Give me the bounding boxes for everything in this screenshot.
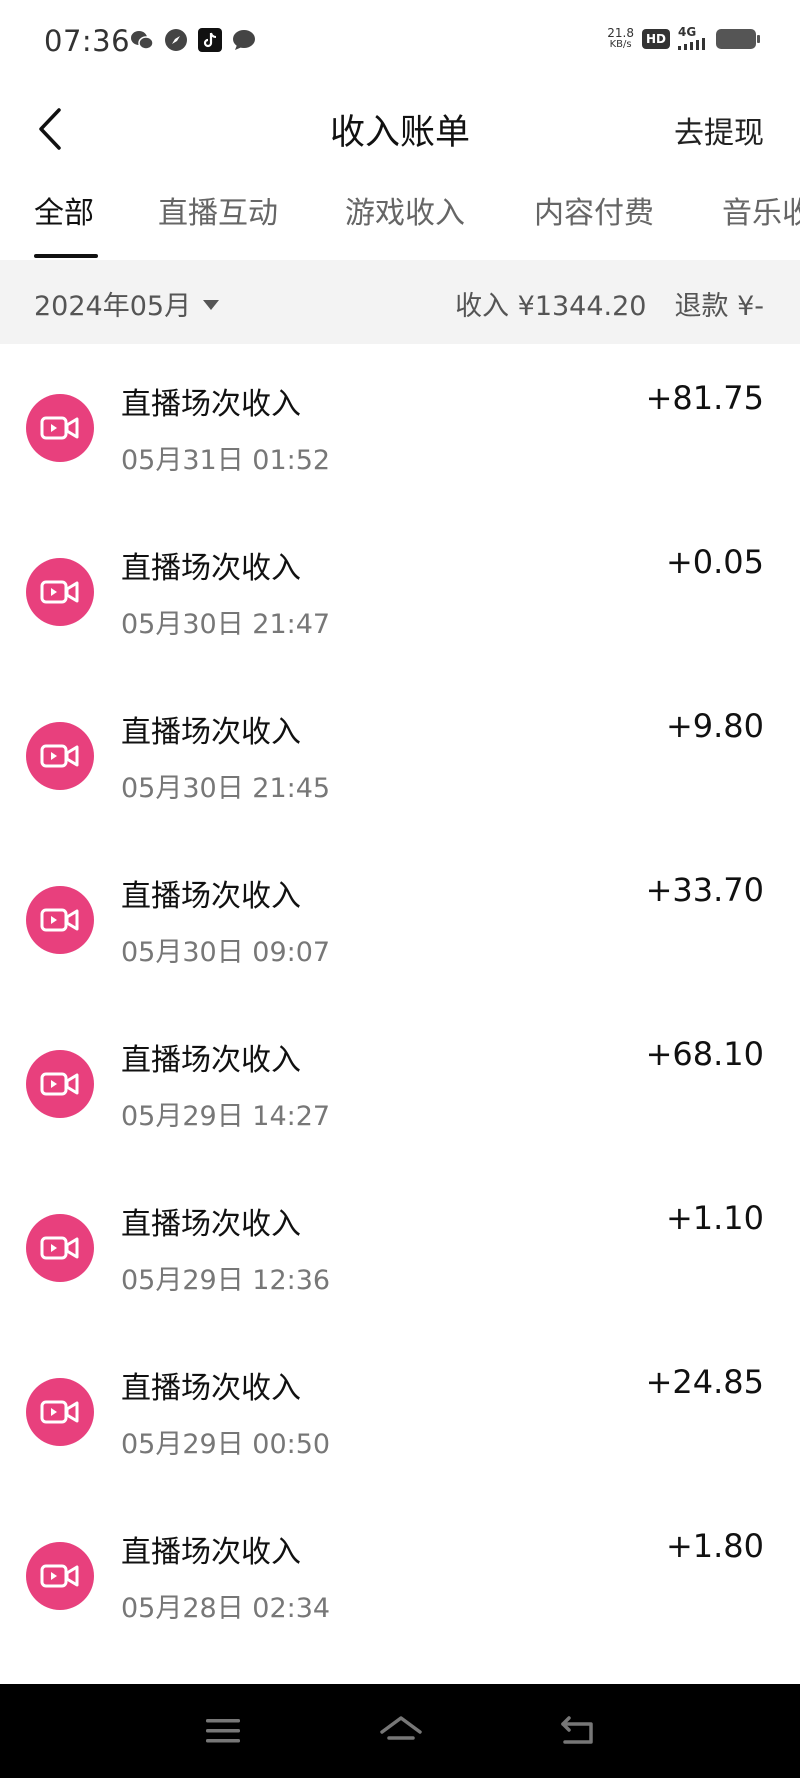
tab-music-income[interactable]: 音乐收 — [722, 188, 800, 232]
live-video-icon — [26, 722, 94, 790]
record-title: 直播场次收入 — [121, 1371, 301, 1406]
signal-bars-icon — [678, 38, 705, 50]
month-label: 2024年05月 — [34, 291, 192, 322]
record-title: 直播场次收入 — [121, 387, 301, 422]
list-item[interactable]: 直播场次收入 05月30日 21:45 +9.80 — [0, 672, 800, 836]
back-nav-button[interactable] — [554, 1706, 604, 1756]
list-item[interactable]: 直播场次收入 05月29日 14:27 +68.10 — [0, 1000, 800, 1164]
caret-down-icon — [203, 299, 220, 310]
record-time: 05月30日 21:45 — [121, 773, 331, 804]
network-speed-unit: KB/s — [609, 39, 632, 50]
record-title: 直播场次收入 — [121, 1043, 301, 1078]
network-type: 4G — [678, 25, 697, 39]
record-amount: +1.10 — [665, 1199, 764, 1237]
record-amount: +1.80 — [665, 1527, 764, 1565]
home-button[interactable] — [376, 1706, 426, 1756]
message-icon — [232, 28, 256, 52]
record-amount: +0.05 — [665, 543, 764, 581]
record-amount: +24.85 — [645, 1363, 764, 1401]
system-nav-bar — [0, 1684, 800, 1778]
wechat-icon — [130, 28, 154, 52]
live-video-icon — [26, 1214, 94, 1282]
record-title: 直播场次收入 — [121, 1207, 301, 1242]
compass-icon — [164, 28, 188, 52]
record-time: 05月30日 09:07 — [121, 937, 331, 968]
tab-content-paid[interactable]: 内容付费 — [534, 188, 654, 232]
filter-bar: 2024年05月 收入 ¥1344.20 退款 ¥- — [0, 260, 800, 344]
summary: 收入 ¥1344.20 退款 ¥- — [455, 284, 764, 323]
live-video-icon — [26, 1378, 94, 1446]
record-amount: +68.10 — [645, 1035, 764, 1073]
tab-live-interaction[interactable]: 直播互动 — [158, 188, 278, 232]
record-amount: +81.75 — [645, 379, 764, 417]
refund-summary: 退款 ¥- — [674, 291, 764, 322]
record-time: 05月30日 21:47 — [121, 609, 331, 640]
live-video-icon — [26, 558, 94, 626]
month-selector[interactable]: 2024年05月 — [34, 284, 220, 323]
battery-icon — [716, 29, 760, 49]
record-title: 直播场次收入 — [121, 879, 301, 914]
record-title: 直播场次收入 — [121, 551, 301, 586]
record-time: 05月29日 14:27 — [121, 1101, 331, 1132]
back-icon — [561, 1716, 593, 1744]
signal-indicator: 4G — [678, 26, 708, 52]
income-list: 直播场次收入 05月31日 01:52 +81.75 直播场次收入 05月30日… — [0, 344, 800, 1656]
list-item[interactable]: 直播场次收入 05月29日 12:36 +1.10 — [0, 1164, 800, 1328]
tab-all[interactable]: 全部 — [34, 188, 94, 232]
status-time: 07:36 — [44, 24, 131, 58]
status-bar: 07:36 21.8 KB/s HD 4G — [0, 0, 800, 86]
system-status: 21.8 KB/s HD 4G — [607, 26, 760, 52]
notification-icons — [130, 28, 256, 52]
record-title: 直播场次收入 — [121, 1535, 301, 1570]
record-amount: +33.70 — [645, 871, 764, 909]
record-title: 直播场次收入 — [121, 715, 301, 750]
app-header: 收入账单 去提现 — [0, 86, 800, 170]
record-time: 05月28日 02:34 — [121, 1593, 331, 1624]
list-item[interactable]: 直播场次收入 05月28日 02:34 +1.80 — [0, 1492, 800, 1656]
live-video-icon — [26, 1542, 94, 1610]
menu-icon — [206, 1719, 240, 1743]
list-item[interactable]: 直播场次收入 05月30日 09:07 +33.70 — [0, 836, 800, 1000]
tiktok-icon — [198, 28, 222, 52]
network-speed: 21.8 KB/s — [607, 27, 634, 51]
live-video-icon — [26, 886, 94, 954]
list-item[interactable]: 直播场次收入 05月30日 21:47 +0.05 — [0, 508, 800, 672]
active-tab-indicator — [34, 254, 98, 258]
record-time: 05月31日 01:52 — [121, 445, 331, 476]
menu-button[interactable] — [198, 1706, 248, 1756]
record-amount: +9.80 — [665, 707, 764, 745]
list-item[interactable]: 直播场次收入 05月31日 01:52 +81.75 — [0, 344, 800, 508]
network-speed-value: 21.8 — [607, 26, 634, 40]
record-time: 05月29日 00:50 — [121, 1429, 331, 1460]
live-video-icon — [26, 1050, 94, 1118]
tab-game-income[interactable]: 游戏收入 — [345, 188, 465, 232]
hd-badge: HD — [641, 29, 670, 49]
record-time: 05月29日 12:36 — [121, 1265, 331, 1296]
withdraw-button[interactable]: 去提现 — [674, 108, 764, 152]
live-video-icon — [26, 394, 94, 462]
home-icon — [380, 1716, 422, 1740]
list-item[interactable]: 直播场次收入 05月29日 00:50 +24.85 — [0, 1328, 800, 1492]
category-tabs: 全部 直播互动 游戏收入 内容付费 音乐收 — [0, 188, 800, 260]
income-summary: 收入 ¥1344.20 — [455, 291, 647, 322]
